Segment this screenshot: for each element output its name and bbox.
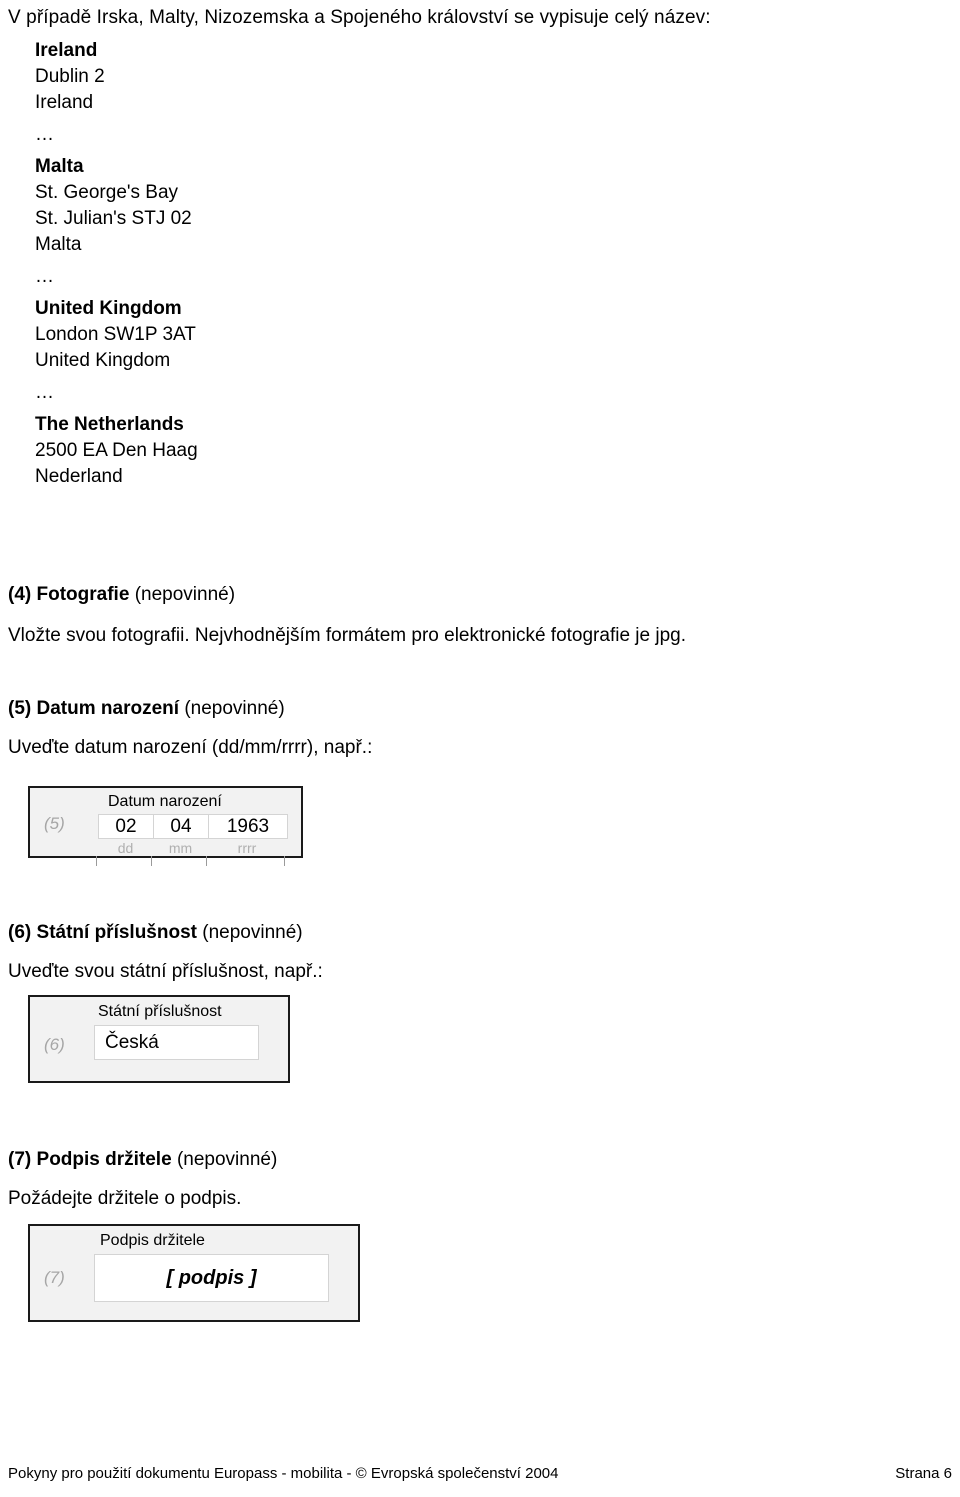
field-tag-7: (7) bbox=[44, 1268, 65, 1287]
date-tick-end-icon bbox=[284, 856, 285, 866]
section-optional-6: (nepovinné) bbox=[202, 922, 303, 943]
section-optional-4: (nepovinné) bbox=[134, 584, 236, 605]
section-optional-5: (nepovinné) bbox=[184, 698, 285, 719]
signature-field-box: (7) Podpis držitele [ podpis ] bbox=[28, 1224, 360, 1322]
date-format-hints: dd mm rrrr bbox=[98, 840, 288, 856]
date-year-hint: rrrr bbox=[237, 840, 257, 856]
signature-input[interactable]: [ podpis ] bbox=[94, 1254, 329, 1302]
address-line-ireland-1: Dublin 2 bbox=[35, 66, 105, 87]
nationality-input[interactable]: Česká bbox=[94, 1025, 259, 1060]
section-title-6: Státní příslušnost bbox=[36, 922, 197, 943]
nationality-caption: Státní příslušnost bbox=[98, 1003, 222, 1020]
section-optional-7: (nepovinné) bbox=[176, 1149, 278, 1170]
address-line-malta-3: Malta bbox=[35, 234, 82, 255]
address-line-malta-1: St. George's Bay bbox=[35, 182, 179, 203]
signature-value: [ podpis ] bbox=[166, 1266, 257, 1289]
address-country-netherlands: The Netherlands bbox=[35, 414, 184, 435]
section-title-7: Podpis držitele bbox=[36, 1149, 172, 1170]
date-tick-year-icon bbox=[206, 856, 207, 866]
address-separator-ireland: … bbox=[35, 124, 56, 145]
date-day-input[interactable]: 02 bbox=[99, 815, 154, 838]
address-line-ireland-2: Ireland bbox=[35, 92, 94, 113]
date-of-birth-field-box: (5) Datum narození 02 04 1963 dd mm rrrr bbox=[28, 786, 303, 858]
date-tick-day-icon bbox=[96, 856, 97, 866]
address-line-uk-2: United Kingdom bbox=[35, 350, 171, 371]
date-of-birth-caption: Datum narození bbox=[108, 793, 222, 810]
address-separator-malta: … bbox=[35, 266, 56, 287]
section-heading-4: (4) Fotografie (nepovinné) bbox=[8, 583, 235, 607]
date-month-hint: mm bbox=[168, 840, 193, 856]
section-description-5: Uveďte datum narození (dd/mm/rrrr), např… bbox=[8, 737, 373, 758]
field-tag-6: (6) bbox=[44, 1035, 65, 1054]
date-of-birth-inputs[interactable]: 02 04 1963 bbox=[98, 814, 288, 839]
address-line-netherlands-1: 2500 EA Den Haag bbox=[35, 440, 198, 461]
date-tick-month-icon bbox=[151, 856, 152, 866]
section-number-4: (4) bbox=[8, 584, 32, 605]
section-number-7: (7) bbox=[8, 1149, 32, 1170]
date-year-input[interactable]: 1963 bbox=[209, 815, 287, 838]
address-line-netherlands-2: Nederland bbox=[35, 466, 123, 487]
section-description-4: Vložte svou fotografii. Nejvhodnějším fo… bbox=[8, 625, 686, 646]
date-day-hint: dd bbox=[117, 840, 134, 856]
address-line-malta-2: St. Julian's STJ 02 bbox=[35, 208, 192, 229]
address-examples: Ireland Dublin 2 Ireland … Malta St. Geo… bbox=[35, 38, 198, 490]
intro-sentence: V případě Irska, Malty, Nizozemska a Spo… bbox=[8, 7, 711, 28]
section-description-6: Uveďte svou státní příslušnost, např.: bbox=[8, 961, 323, 982]
address-country-uk: United Kingdom bbox=[35, 298, 182, 319]
address-line-uk-1: London SW1P 3AT bbox=[35, 324, 196, 345]
date-month-input[interactable]: 04 bbox=[154, 815, 209, 838]
section-heading-6: (6) Státní příslušnost (nepovinné) bbox=[8, 921, 303, 945]
section-heading-7: (7) Podpis držitele (nepovinné) bbox=[8, 1148, 277, 1172]
address-separator-uk: … bbox=[35, 382, 56, 403]
footer-page-number: Strana 6 bbox=[895, 1465, 952, 1482]
section-number-5: (5) bbox=[8, 698, 32, 719]
section-title-4: Fotografie bbox=[36, 584, 130, 605]
signature-caption: Podpis držitele bbox=[100, 1232, 205, 1249]
address-country-ireland: Ireland bbox=[35, 40, 98, 61]
section-title-5: Datum narození bbox=[36, 698, 180, 719]
address-country-malta: Malta bbox=[35, 156, 84, 177]
field-tag-5: (5) bbox=[44, 814, 65, 833]
footer-copyright: Pokyny pro použití dokumentu Europass - … bbox=[8, 1465, 559, 1482]
section-description-7: Požádejte držitele o podpis. bbox=[8, 1188, 242, 1209]
document-page: V případě Irska, Malty, Nizozemska a Spo… bbox=[0, 0, 960, 1497]
section-heading-5: (5) Datum narození (nepovinné) bbox=[8, 697, 285, 721]
section-number-6: (6) bbox=[8, 922, 32, 943]
nationality-field-box: (6) Státní příslušnost Česká bbox=[28, 995, 290, 1083]
